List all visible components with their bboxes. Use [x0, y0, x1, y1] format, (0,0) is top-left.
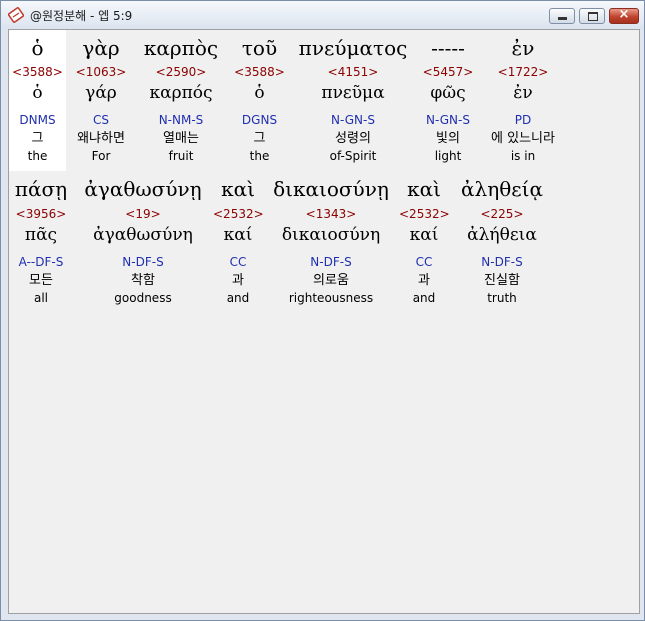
lemma-word: πνεῦμα	[321, 83, 385, 103]
lemma-word: φῶς	[430, 83, 466, 103]
greek-word: -----	[431, 36, 465, 60]
english-gloss: is in	[510, 149, 536, 163]
greek-word: ὁ	[31, 36, 44, 60]
morph-code: N-NM-S	[158, 113, 204, 127]
strong-number[interactable]: <3588>	[9, 66, 66, 78]
maximize-button[interactable]	[579, 8, 605, 24]
greek-word: ἀγαθωσύνῃ	[84, 177, 202, 201]
greek-word: καὶ	[407, 177, 441, 201]
strong-number[interactable]: <1063>	[66, 66, 136, 78]
lemma-word: ἐν	[513, 83, 533, 103]
lemma-word: πᾶς	[24, 225, 58, 245]
greek-word: πνεύματος	[298, 36, 408, 60]
strong-number[interactable]: <2532>	[399, 208, 450, 220]
lemma-word: καί	[409, 225, 439, 245]
strong-number[interactable]: <3956>	[9, 208, 73, 220]
lemma-word: καρπός	[149, 83, 213, 103]
greek-word: ἀληθείᾳ	[461, 177, 543, 201]
strong-number[interactable]: <225>	[449, 208, 555, 220]
greek-word: τοῦ	[241, 36, 278, 60]
lemma-word: γάρ	[85, 83, 117, 103]
morph-code: N-DF-S	[481, 255, 523, 269]
lemma-word: ὁ	[32, 83, 43, 103]
english-gloss: fruit	[168, 149, 194, 163]
morph-code: N-DF-S	[310, 255, 352, 269]
english-gloss: of-Spirit	[329, 149, 377, 163]
korean-gloss: 과	[418, 273, 430, 288]
english-gloss: truth	[487, 291, 517, 305]
strong-number[interactable]: <19>	[73, 208, 213, 220]
greek-word: δικαιοσύνῃ	[273, 177, 389, 201]
english-gloss: light	[434, 149, 462, 163]
strong-number[interactable]: <1343>	[263, 208, 399, 220]
korean-gloss: 빛의	[436, 131, 460, 146]
minimize-button[interactable]	[549, 8, 575, 24]
title-bar[interactable]: @원정분해 - 엡 5:9 ×	[1, 1, 644, 29]
strong-number[interactable]: <5457>	[413, 66, 483, 78]
morph-code: DNMS	[19, 113, 56, 127]
korean-gloss: 모든	[29, 273, 53, 288]
english-gloss: the	[27, 149, 48, 163]
korean-gloss: 그	[31, 131, 44, 146]
korean-gloss: 성령의	[335, 131, 371, 146]
english-gloss: For	[91, 149, 111, 163]
strong-number[interactable]: <1722>	[483, 66, 563, 78]
lemma-word: δικαιοσύνη	[281, 225, 381, 245]
lemma-word: ἀλήθεια	[467, 225, 537, 245]
english-gloss: the	[249, 149, 270, 163]
maximize-icon	[588, 12, 598, 21]
english-gloss: and	[226, 291, 250, 305]
lemma-word: ὁ	[254, 83, 265, 103]
app-icon	[7, 7, 25, 23]
strong-number[interactable]: <4151>	[293, 66, 413, 78]
korean-gloss: 그	[253, 131, 266, 146]
morph-code: CC	[415, 255, 433, 269]
greek-word: καὶ	[221, 177, 255, 201]
korean-gloss: 왜냐하면	[77, 131, 125, 146]
korean-gloss: 의로움	[313, 273, 349, 288]
korean-gloss: 착함	[131, 273, 155, 288]
lemma-word: ἀγαθωσύνη	[93, 225, 193, 245]
korean-gloss: 에 있느니라	[491, 131, 555, 146]
english-gloss: and	[412, 291, 436, 305]
close-button[interactable]: ×	[609, 7, 639, 24]
english-gloss: righteousness	[288, 291, 374, 305]
morph-code: CC	[229, 255, 247, 269]
close-icon: ×	[618, 7, 630, 22]
minimize-icon	[558, 17, 567, 20]
morph-code: DGNS	[241, 113, 278, 127]
app-window: @원정분해 - 엡 5:9 × ὁ <3588> ὁ DNMS 그 the γὰ…	[0, 0, 645, 621]
morph-code: PD	[514, 113, 532, 127]
greek-word: καρπὸς	[143, 36, 219, 60]
morph-code: CS	[93, 113, 109, 127]
strong-number[interactable]: <2590>	[136, 66, 226, 78]
morph-code: N-GN-S	[331, 113, 375, 127]
morph-code: A--DF-S	[18, 255, 64, 269]
english-gloss: goodness	[114, 291, 172, 305]
greek-word: γὰρ	[82, 36, 120, 60]
morph-code: N-DF-S	[122, 255, 164, 269]
korean-gloss: 과	[232, 273, 244, 288]
morph-code: N-GN-S	[426, 113, 470, 127]
lemma-word: καί	[223, 225, 253, 245]
interlinear-panel[interactable]: ὁ <3588> ὁ DNMS 그 the γὰρ <1063> γάρ CS …	[8, 29, 640, 614]
english-gloss: all	[33, 291, 49, 305]
strong-number[interactable]: <2532>	[213, 208, 264, 220]
korean-gloss: 진실함	[484, 273, 520, 288]
window-title: @원정분해 - 엡 5:9	[30, 9, 133, 23]
strong-number[interactable]: <3588>	[226, 66, 293, 78]
greek-word: ἐν	[511, 36, 535, 60]
korean-gloss: 열매는	[163, 131, 199, 146]
greek-word: πάσῃ	[14, 177, 68, 201]
